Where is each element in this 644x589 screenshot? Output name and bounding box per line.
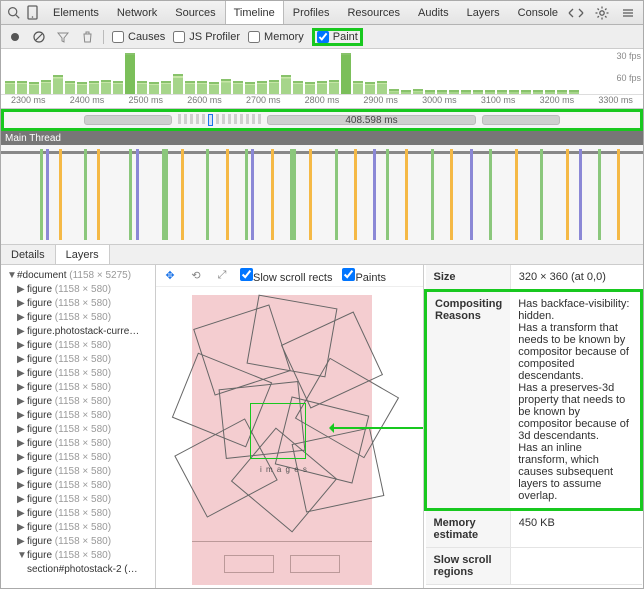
canvas-controls: ✥ ⟲ ⤢ Slow scroll rects Paints [156, 265, 423, 287]
prop-compositing-reasons: Compositing Reasons Has backface-visibil… [426, 291, 642, 510]
prop-size: Size 320 × 360 (at 0,0) [426, 265, 642, 291]
filter-icon[interactable] [55, 29, 71, 45]
frame-scrubber[interactable]: 408.598 ms [1, 109, 643, 131]
tree-item[interactable]: ▶figure (1158 × 580) [3, 451, 153, 465]
tree-item[interactable]: ▼figure (1158 × 580) [3, 549, 153, 563]
tree-item[interactable]: ▶figure (1158 × 580) [3, 409, 153, 423]
more-menu-icon[interactable] [619, 4, 637, 22]
tree-item[interactable]: ▶figure.photostack-curre… [3, 325, 153, 339]
tree-item-section[interactable]: section#photostack-2 (… [3, 563, 153, 577]
settings-gear-icon[interactable] [593, 4, 611, 22]
search-icon[interactable] [7, 4, 20, 22]
selected-layer-rect[interactable] [250, 403, 306, 459]
layers-pane: ▼#document (1158 × 5275) ▶figure (1158 ×… [1, 265, 643, 588]
tab-network[interactable]: Network [108, 1, 166, 24]
tree-item[interactable]: ▶figure (1158 × 580) [3, 311, 153, 325]
jsprofiler-checkbox[interactable]: JS Profiler [173, 31, 240, 43]
tab-layers[interactable]: Layers [458, 1, 509, 24]
paint-checkbox-highlight: Paint [312, 28, 363, 46]
reset-icon[interactable]: ⤢ [214, 268, 230, 284]
clear-icon[interactable] [31, 29, 47, 45]
causes-checkbox[interactable]: Causes [112, 31, 165, 43]
scrubber-time-label: 408.598 ms [345, 115, 397, 126]
tree-item[interactable]: ▶figure (1158 × 580) [3, 423, 153, 437]
tree-item[interactable]: ▶figure (1158 × 580) [3, 521, 153, 535]
layer-tree[interactable]: ▼#document (1158 × 5275) ▶figure (1158 ×… [1, 265, 156, 588]
tree-item[interactable]: ▶figure (1158 × 580) [3, 465, 153, 479]
tree-root[interactable]: ▼#document (1158 × 5275) [3, 269, 153, 283]
tree-item[interactable]: ▶figure (1158 × 580) [3, 395, 153, 409]
timeline-toolbar: Causes JS Profiler Memory Paint [1, 25, 643, 49]
tree-item[interactable]: ▶figure (1158 × 580) [3, 297, 153, 311]
canvas-images-label: i m a g e s [260, 465, 308, 474]
fps-bars [1, 51, 619, 94]
tree-item[interactable]: ▶figure (1158 × 580) [3, 283, 153, 297]
tree-item[interactable]: ▶figure (1158 × 580) [3, 479, 153, 493]
tree-item[interactable]: ▶figure (1158 × 580) [3, 493, 153, 507]
main-thread-header: Main Thread [1, 131, 643, 145]
tree-item[interactable]: ▶figure (1158 × 580) [3, 535, 153, 549]
tree-item[interactable]: ▶figure (1158 × 580) [3, 437, 153, 451]
tab-audits[interactable]: Audits [409, 1, 458, 24]
canvas-paints-checkbox[interactable]: Paints [342, 268, 386, 284]
tree-item[interactable]: ▶figure (1158 × 580) [3, 507, 153, 521]
devtools-tabbar: Elements Network Sources Timeline Profil… [1, 1, 643, 25]
fps-overview[interactable]: 30 fps 60 fps 2300 ms2400 ms2500 ms 2600 … [1, 49, 643, 109]
drawer-icon[interactable] [567, 4, 585, 22]
tab-resources[interactable]: Resources [338, 1, 409, 24]
prop-memory-estimate: Memory estimate 450 KB [426, 510, 642, 548]
tree-item[interactable]: ▶figure (1158 × 580) [3, 353, 153, 367]
layer-canvas-panel: ✥ ⟲ ⤢ Slow scroll rects Paints i m a g e… [156, 265, 423, 588]
memory-checkbox[interactable]: Memory [248, 31, 304, 43]
lower-pane-tabs: Details Layers [1, 245, 643, 265]
paint-checkbox[interactable]: Paint [317, 31, 358, 43]
tab-timeline[interactable]: Timeline [225, 1, 284, 24]
pan-icon[interactable]: ✥ [162, 268, 178, 284]
tab-elements[interactable]: Elements [44, 1, 108, 24]
subtab-layers[interactable]: Layers [56, 245, 110, 264]
tab-console[interactable]: Console [509, 1, 567, 24]
tree-item[interactable]: ▶figure (1158 × 580) [3, 339, 153, 353]
prop-slow-scroll-regions: Slow scroll regions [426, 548, 642, 585]
layer-canvas[interactable]: i m a g e s [156, 287, 423, 588]
slow-rects-checkbox[interactable]: Slow scroll rects [240, 268, 332, 284]
rotate-icon[interactable]: ⟲ [188, 268, 204, 284]
flame-chart[interactable] [1, 145, 643, 245]
gc-icon[interactable] [79, 29, 95, 45]
tab-sources[interactable]: Sources [166, 1, 224, 24]
subtab-details[interactable]: Details [1, 245, 56, 264]
tree-item[interactable]: ▶figure (1158 × 580) [3, 381, 153, 395]
viewport-rect: i m a g e s [192, 295, 372, 585]
fps-time-ticks: 2300 ms2400 ms2500 ms 2600 ms2700 ms2800… [1, 94, 643, 108]
fps-30-label: 30 fps [616, 51, 641, 61]
layer-properties: Size 320 × 360 (at 0,0) Compositing Reas… [423, 265, 643, 588]
device-icon[interactable] [26, 4, 38, 22]
tab-profiles[interactable]: Profiles [284, 1, 339, 24]
tree-item[interactable]: ▶figure (1158 × 580) [3, 367, 153, 381]
fps-60-label: 60 fps [616, 73, 641, 83]
separator [103, 30, 104, 44]
record-icon[interactable] [7, 29, 23, 45]
panel-tabs: Elements Network Sources Timeline Profil… [44, 1, 567, 24]
callout-arrow [332, 427, 423, 429]
selected-frame-marker[interactable] [208, 114, 213, 126]
